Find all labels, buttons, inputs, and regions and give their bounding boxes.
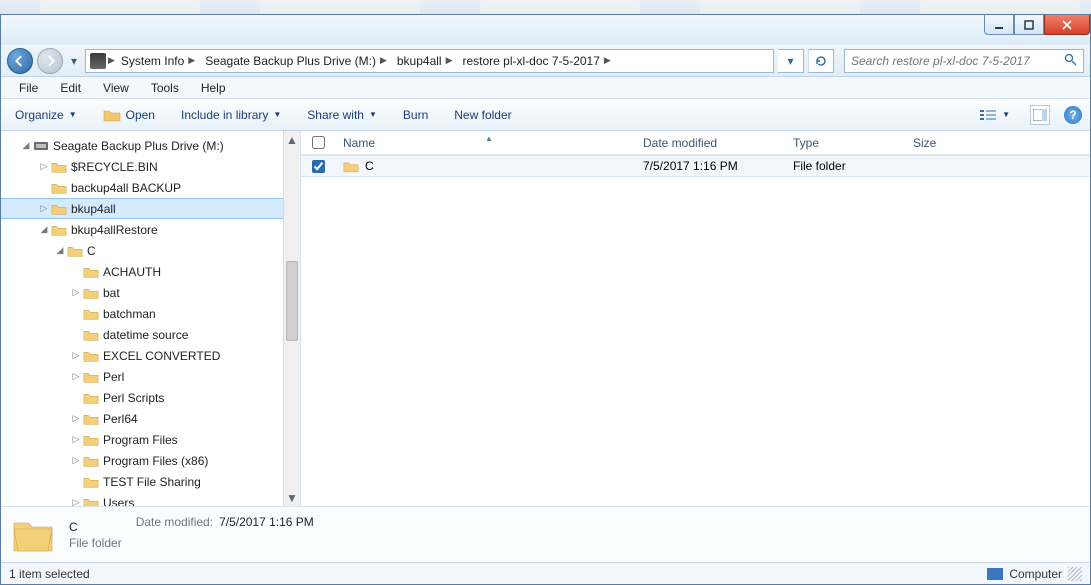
collapse-icon[interactable]: ◢ [19,140,33,151]
tree-node[interactable]: Perl Scripts [1,387,300,408]
organize-button[interactable]: Organize▼ [9,105,83,125]
expand-icon[interactable]: ▷ [69,434,83,445]
status-selection: 1 item selected [9,567,90,581]
tree-node[interactable]: ▷Perl64 [1,408,300,429]
row-checkbox[interactable] [312,160,325,173]
tree-node[interactable]: TEST File Sharing [1,471,300,492]
collapse-icon[interactable]: ◢ [37,224,51,235]
search-icon [1064,53,1077,69]
resize-grip[interactable] [1068,567,1082,581]
expand-icon[interactable]: ▷ [37,161,51,172]
expand-icon[interactable]: ▷ [69,497,83,506]
forward-button[interactable] [37,48,63,74]
refresh-button[interactable] [808,49,834,73]
scroll-up-icon[interactable]: ▲ [284,131,300,148]
expand-icon[interactable]: ▷ [69,455,83,466]
status-bar: 1 item selected Computer [1,562,1090,584]
tree-node[interactable]: ◢bkup4allRestore [1,219,300,240]
column-headers: ▲Name Date modified Type Size [301,131,1090,155]
tree-node[interactable]: ▷Program Files (x86) [1,450,300,471]
column-checkbox[interactable] [301,136,335,149]
drive-icon [90,53,106,69]
crumb[interactable]: System Info▶ [117,50,199,72]
breadcrumb-bar[interactable]: ▶ System Info▶ Seagate Backup Plus Drive… [85,49,774,73]
row-type: File folder [785,159,905,173]
sort-asc-icon: ▲ [485,134,493,143]
tree-node[interactable]: ▷EXCEL CONVERTED [1,345,300,366]
row-date: 7/5/2017 1:16 PM [635,159,785,173]
tree-scrollbar[interactable]: ▲ ▼ [283,131,300,506]
column-date[interactable]: Date modified [635,136,785,150]
scroll-down-icon[interactable]: ▼ [284,489,300,506]
collapse-icon[interactable]: ◢ [53,245,67,256]
tree-node[interactable]: ▷Users [1,492,300,506]
tree-node[interactable]: ACHAUTH [1,261,300,282]
details-type: File folder [69,536,122,550]
share-with-button[interactable]: Share with▼ [301,105,383,125]
status-location: Computer [1009,567,1062,581]
preview-pane-button[interactable] [1030,105,1050,125]
help-button[interactable]: ? [1064,106,1082,124]
view-options-button[interactable]: ▼ [973,105,1016,125]
tree-node[interactable]: ◢C [1,240,300,261]
expand-icon[interactable]: ▷ [69,413,83,424]
close-button[interactable] [1044,15,1090,35]
new-folder-button[interactable]: New folder [448,105,517,125]
background-browser-tabs [0,0,1091,14]
back-button[interactable] [7,48,33,74]
tree-node[interactable]: datetime source [1,324,300,345]
menu-tools[interactable]: Tools [143,79,187,97]
menu-edit[interactable]: Edit [52,79,89,97]
expand-icon[interactable]: ▷ [69,371,83,382]
search-input[interactable] [851,54,1064,68]
command-bar: Organize▼ Open Include in library▼ Share… [1,99,1090,131]
scroll-thumb[interactable] [286,261,298,341]
crumb[interactable]: restore pl-xl-doc 7-5-2017▶ [459,50,615,72]
details-modified-value: 7/5/2017 1:16 PM [219,515,314,529]
open-button[interactable]: Open [97,105,161,125]
window-titlebar [1,15,1090,45]
tree-node[interactable]: backup4all BACKUP [1,177,300,198]
expand-icon[interactable]: ▷ [37,203,51,214]
tree-node[interactable]: ▷Perl [1,366,300,387]
details-modified-label: Date modified: [136,515,213,529]
list-item[interactable]: C 7/5/2017 1:16 PM File folder [301,155,1090,177]
column-size[interactable]: Size [905,136,985,150]
column-type[interactable]: Type [785,136,905,150]
tree-node[interactable]: batchman [1,303,300,324]
file-list-pane: ▲Name Date modified Type Size C 7/5/2017… [301,131,1090,506]
folder-icon [343,160,359,173]
burn-button[interactable]: Burn [397,105,434,125]
menu-bar: File Edit View Tools Help [1,77,1090,99]
explorer-window: ▾ ▶ System Info▶ Seagate Backup Plus Dri… [0,14,1091,585]
nav-history-dropdown[interactable]: ▾ [67,48,81,74]
details-name: C [69,520,122,534]
minimize-button[interactable] [984,15,1014,35]
breadcrumb-dropdown[interactable]: ▾ [778,49,804,73]
details-pane: C File folder Date modified: 7/5/2017 1:… [1,506,1090,562]
include-in-library-button[interactable]: Include in library▼ [175,105,287,125]
tree-node[interactable]: ▷bat [1,282,300,303]
navigation-bar: ▾ ▶ System Info▶ Seagate Backup Plus Dri… [1,45,1090,77]
maximize-button[interactable] [1014,15,1044,35]
menu-file[interactable]: File [11,79,46,97]
menu-help[interactable]: Help [193,79,234,97]
expand-icon[interactable]: ▷ [69,287,83,298]
column-name[interactable]: ▲Name [335,136,635,150]
tree-node-drive[interactable]: ◢ Seagate Backup Plus Drive (M:) [1,135,300,156]
tree-node-selected[interactable]: ▷bkup4all [1,198,300,219]
folder-icon [11,515,55,555]
crumb[interactable]: Seagate Backup Plus Drive (M:)▶ [201,50,391,72]
computer-icon [987,568,1003,580]
expand-icon[interactable]: ▷ [69,350,83,361]
tree-node[interactable]: ▷Program Files [1,429,300,450]
search-box[interactable] [844,49,1084,73]
navigation-tree-pane: ◢ Seagate Backup Plus Drive (M:) ▷$RECYC… [1,131,301,506]
row-name: C [365,159,374,173]
crumb[interactable]: bkup4all▶ [393,50,457,72]
menu-view[interactable]: View [95,79,137,97]
tree-node[interactable]: ▷$RECYCLE.BIN [1,156,300,177]
